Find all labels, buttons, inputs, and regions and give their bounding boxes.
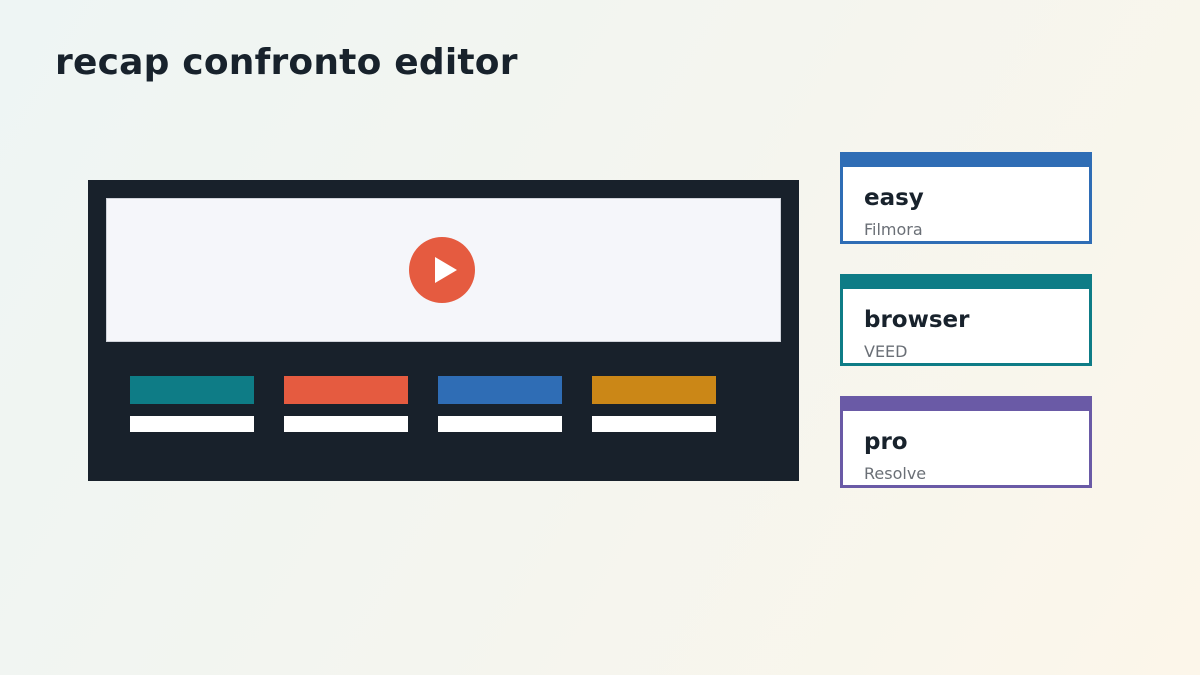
timeline-track [130, 376, 254, 432]
timeline-track [592, 376, 716, 432]
track-line [592, 416, 716, 432]
track-color-bar [130, 376, 254, 404]
card-title: pro [864, 429, 908, 455]
card-subtitle: Filmora [864, 220, 923, 239]
card-title: browser [864, 307, 970, 333]
play-icon [435, 257, 457, 283]
timeline-track [284, 376, 408, 432]
card-title: easy [864, 185, 924, 211]
card-browser[interactable]: browser VEED [840, 274, 1092, 366]
track-color-bar [592, 376, 716, 404]
track-line [284, 416, 408, 432]
card-easy[interactable]: easy Filmora [840, 152, 1092, 244]
card-pro[interactable]: pro Resolve [840, 396, 1092, 488]
page-title: recap confronto editor [55, 42, 518, 83]
track-line [438, 416, 562, 432]
track-color-bar [438, 376, 562, 404]
card-subtitle: Resolve [864, 464, 927, 483]
card-subtitle: VEED [864, 342, 908, 361]
timeline-track [438, 376, 562, 432]
track-color-bar [284, 376, 408, 404]
video-preview [106, 198, 781, 342]
play-button[interactable] [409, 237, 475, 303]
editor-mockup [88, 180, 799, 481]
track-line [130, 416, 254, 432]
